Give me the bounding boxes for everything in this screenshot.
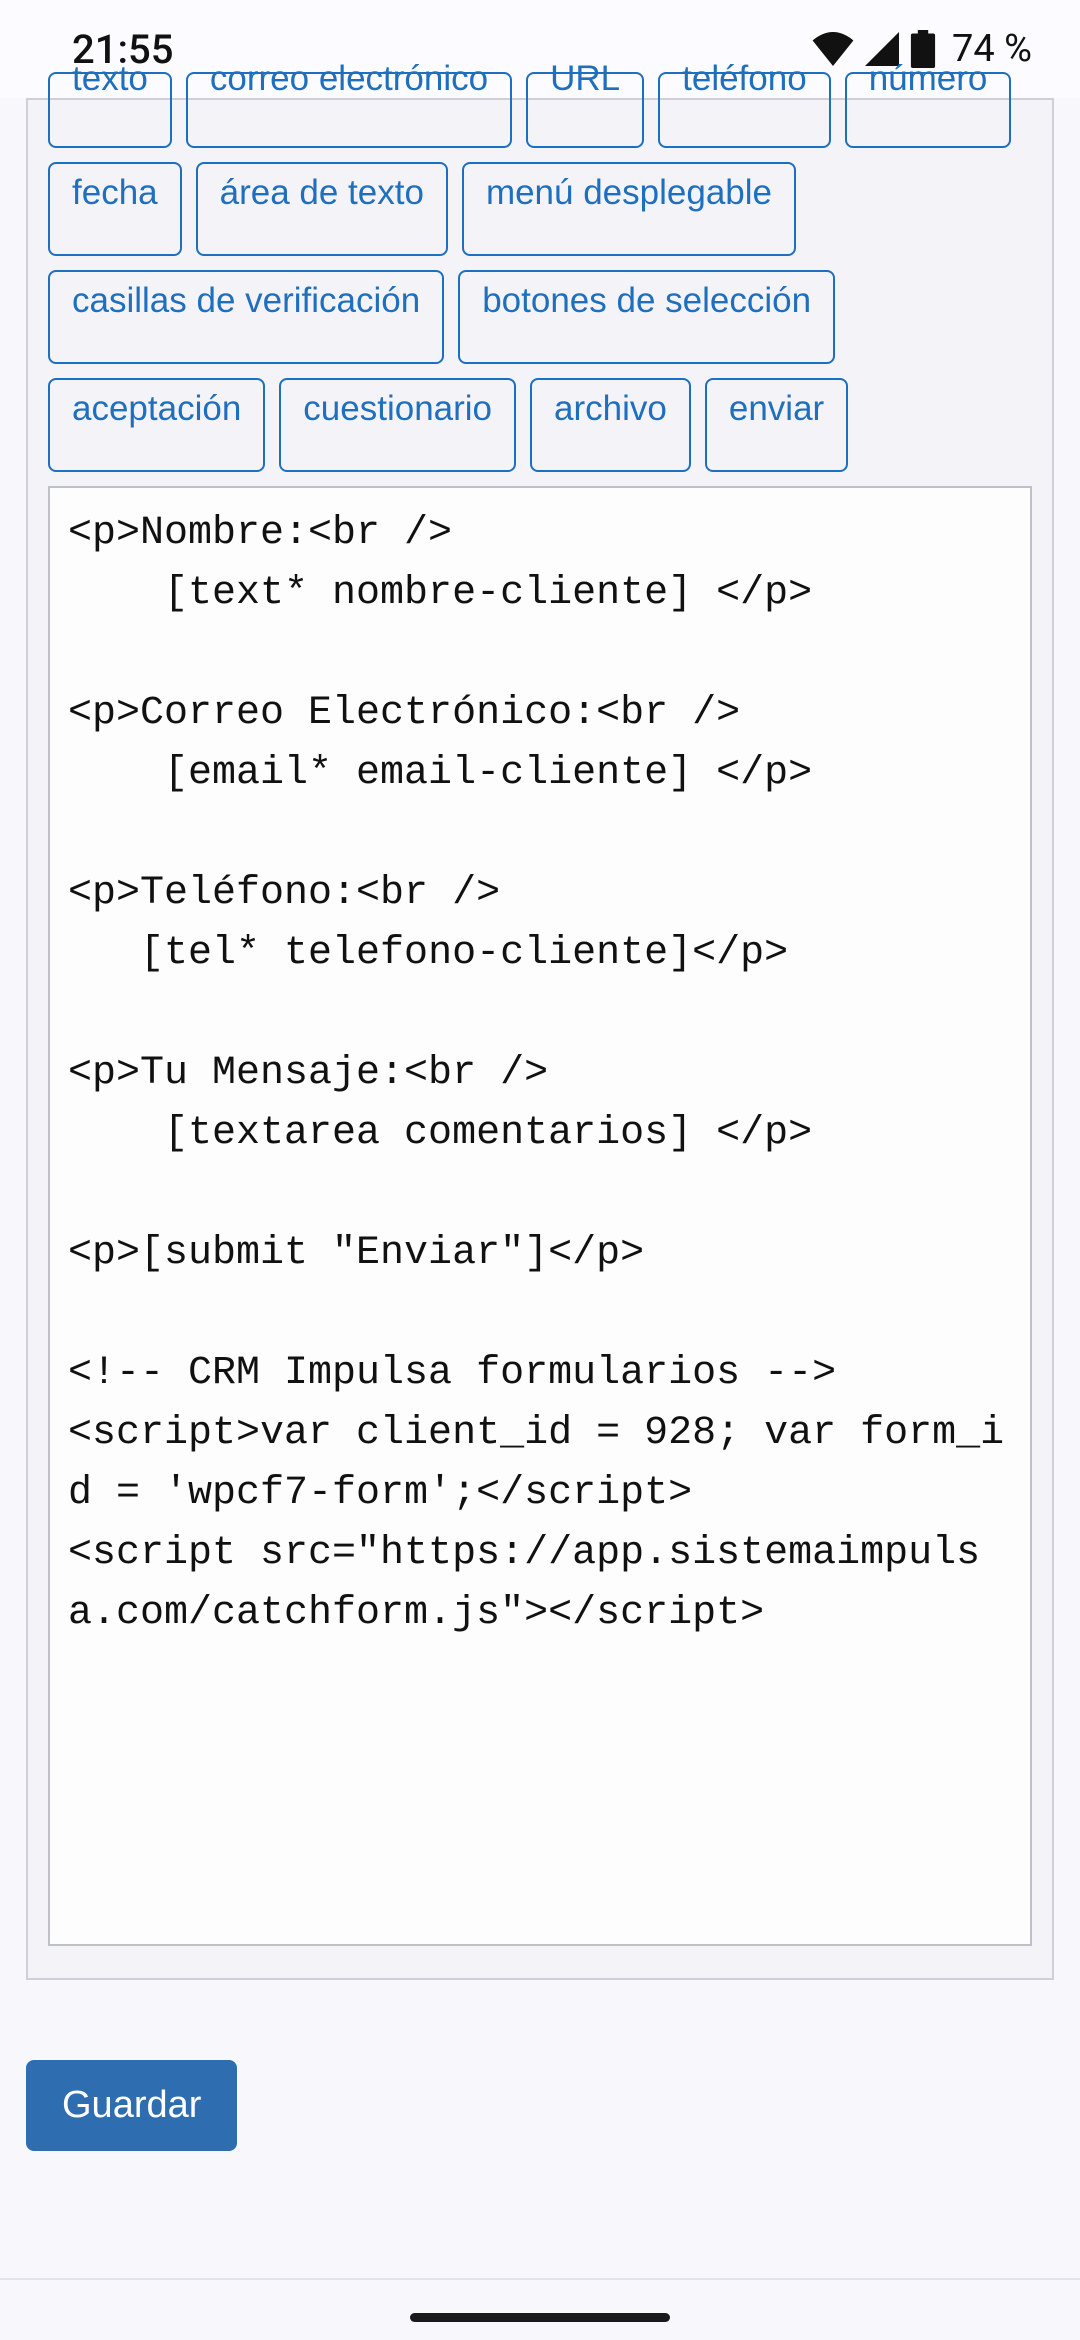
tag-menu-desplegable[interactable]: menú desplegable xyxy=(462,162,796,256)
tag-numero[interactable]: número xyxy=(845,72,1012,148)
form-editor-card: texto correo electrónico URL teléfono nú… xyxy=(26,98,1054,1980)
tag-row-3: casillas de verificación botones de sele… xyxy=(48,270,1032,364)
tag-row-1: texto correo electrónico URL teléfono nú… xyxy=(48,118,1032,148)
tag-aceptacion[interactable]: aceptación xyxy=(48,378,265,472)
tag-enviar[interactable]: enviar xyxy=(705,378,848,472)
tag-botones-seleccion[interactable]: botones de selección xyxy=(458,270,835,364)
navigation-handle[interactable] xyxy=(410,2313,670,2322)
tag-cuestionario[interactable]: cuestionario xyxy=(279,378,516,472)
form-code-textarea[interactable] xyxy=(48,486,1032,1946)
tag-row-2: fecha área de texto menú desplegable xyxy=(48,162,1032,256)
tag-texto[interactable]: texto xyxy=(48,72,172,148)
tag-area-de-texto[interactable]: área de texto xyxy=(196,162,448,256)
tag-telefono[interactable]: teléfono xyxy=(658,72,831,148)
wifi-icon xyxy=(812,32,854,66)
tag-archivo[interactable]: archivo xyxy=(530,378,691,472)
tag-url[interactable]: URL xyxy=(526,72,644,148)
bottom-divider xyxy=(0,2278,1080,2280)
tag-row-4: aceptación cuestionario archivo enviar xyxy=(48,378,1032,472)
tag-casillas-verificacion[interactable]: casillas de verificación xyxy=(48,270,444,364)
save-button[interactable]: Guardar xyxy=(26,2060,237,2151)
tag-fecha[interactable]: fecha xyxy=(48,162,182,256)
tag-correo-electronico[interactable]: correo electrónico xyxy=(186,72,512,148)
main-content: texto correo electrónico URL teléfono nú… xyxy=(0,98,1080,2177)
